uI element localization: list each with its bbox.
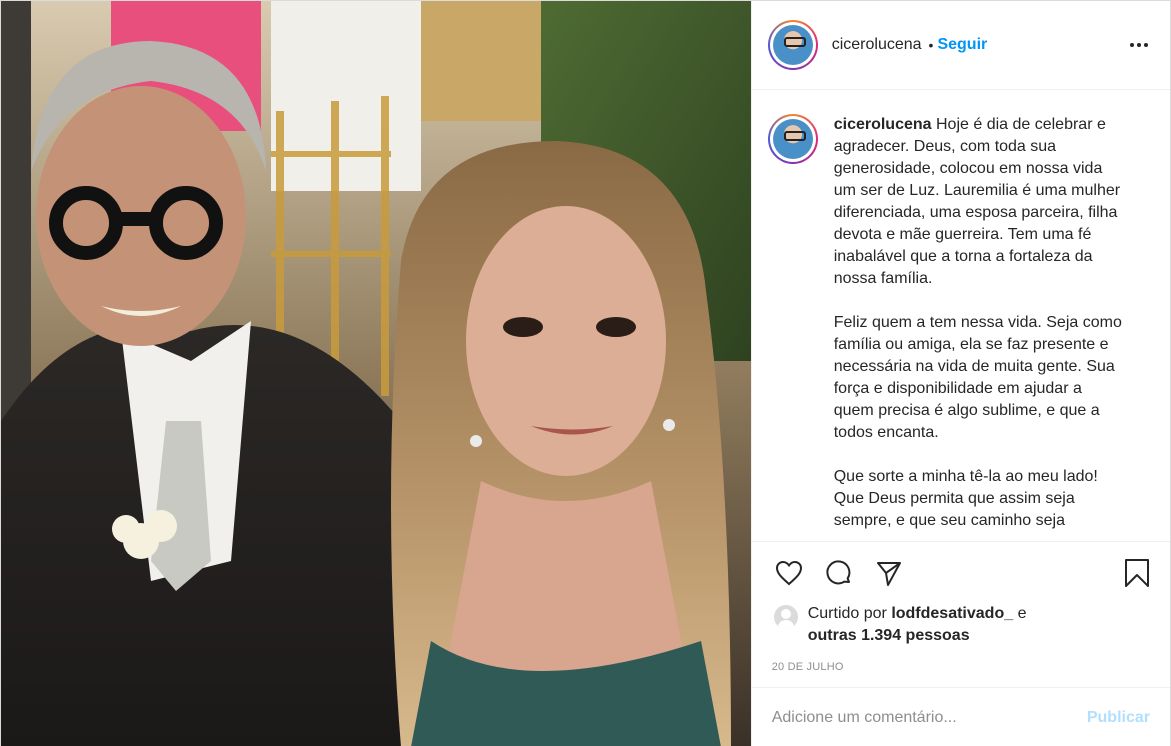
caption-text: cicerolucena Hoje é dia de celebrar e ag… xyxy=(834,114,1124,532)
author-username[interactable]: cicerolucena xyxy=(832,36,922,54)
post-date[interactable]: 20 DE JULHO xyxy=(752,653,1170,687)
liker-avatar[interactable] xyxy=(773,605,798,629)
more-options-icon[interactable] xyxy=(1124,35,1154,55)
likes-prefix: Curtido por xyxy=(807,605,892,622)
likes-others[interactable]: outras 1.394 pessoas xyxy=(808,627,970,644)
avatar-image xyxy=(772,25,813,65)
comment-bar: Publicar xyxy=(751,687,1170,746)
bookmark-icon[interactable] xyxy=(1120,556,1154,590)
likes-connector: e xyxy=(1013,605,1027,622)
instagram-post: cicerolucena • Seguir cicerolucena Hoje … xyxy=(0,0,1171,746)
separator-dot: • xyxy=(928,37,934,53)
share-icon[interactable] xyxy=(872,556,906,590)
likes-summary: Curtido por lodfdesativado_ e outras 1.39… xyxy=(752,603,1170,653)
follow-button[interactable]: Seguir xyxy=(937,36,987,54)
publish-button[interactable]: Publicar xyxy=(1087,709,1150,727)
action-bar xyxy=(751,541,1170,603)
caption-author-avatar[interactable] xyxy=(767,114,818,164)
comment-input[interactable] xyxy=(771,708,1087,727)
avatar-image xyxy=(772,119,813,159)
likes-text: Curtido por lodfdesativado_ e outras 1.39… xyxy=(808,603,1088,647)
post-header: cicerolucena • Seguir xyxy=(751,1,1170,90)
caption-section: cicerolucena Hoje é dia de celebrar e ag… xyxy=(752,90,1170,541)
author-avatar[interactable] xyxy=(767,20,818,70)
post-photo[interactable] xyxy=(1,1,751,746)
liker-username[interactable]: lodfdesativado_ xyxy=(891,605,1013,622)
post-photo-illustration xyxy=(1,1,751,746)
caption-username[interactable]: cicerolucena xyxy=(834,116,932,133)
post-details-panel: cicerolucena • Seguir cicerolucena Hoje … xyxy=(750,1,1170,746)
heart-icon[interactable] xyxy=(772,556,806,590)
caption-body: Hoje é dia de celebrar e agradecer. Deus… xyxy=(833,116,1122,529)
comment-icon[interactable] xyxy=(822,556,856,590)
